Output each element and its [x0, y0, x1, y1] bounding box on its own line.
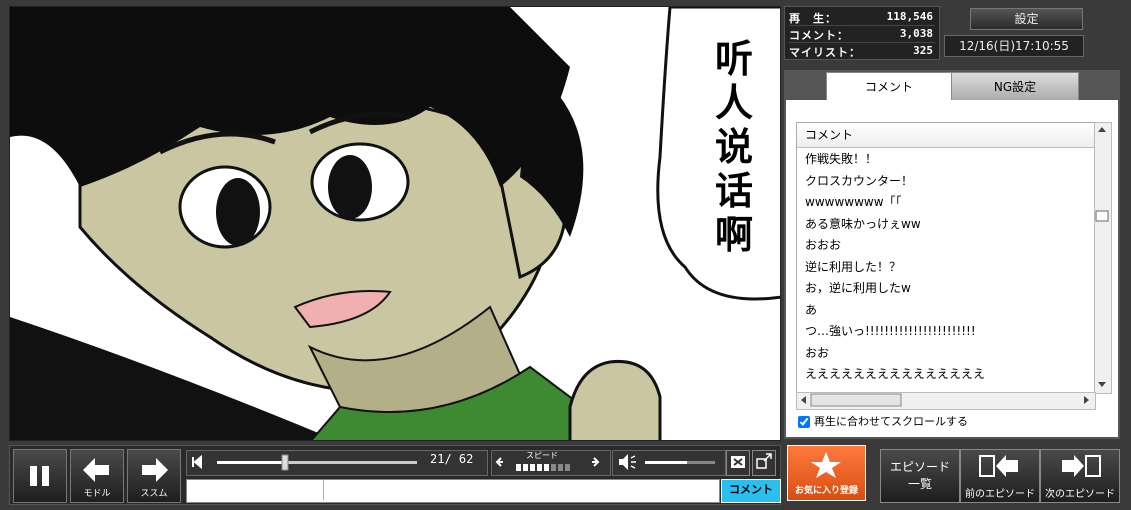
arrow-left-icon [83, 458, 109, 482]
datetime-display: 12/16(日)17:10:55 [944, 35, 1084, 57]
list-item[interactable]: あ [797, 300, 1095, 322]
list-item[interactable]: wwwwwwww「「 [797, 192, 1095, 214]
list-item[interactable]: お，逆に利用したw [797, 278, 1095, 300]
seek-knob [281, 454, 289, 471]
horizontal-scrollbar[interactable] [796, 392, 1096, 410]
list-item[interactable]: 作戦失敗！！ [797, 149, 1095, 171]
sync-scroll-checkbox[interactable] [798, 416, 810, 428]
add-favorite-button[interactable]: お気に入り登録 [787, 445, 866, 501]
volume-control[interactable] [612, 450, 726, 476]
list-item[interactable]: えええええええええええええええ [797, 364, 1095, 386]
back-button[interactable]: モドル [70, 449, 124, 503]
forward-label: ススム [140, 489, 168, 499]
stat-comment-count: 3,038 [899, 27, 933, 40]
list-item[interactable]: おおお [797, 235, 1095, 257]
stat-play-count: 118,546 [886, 10, 933, 23]
episode-list-label-2: 一覧 [907, 477, 932, 491]
star-icon [811, 452, 841, 478]
prev-episode-label: 前のエピソード [965, 489, 1035, 500]
list-item[interactable]: 逆に利用した！？ [797, 257, 1095, 279]
arrow-right-icon [142, 458, 168, 482]
comment-input-divider [323, 480, 324, 500]
sync-scroll-label: 再生に合わせてスクロールする [814, 415, 968, 428]
stat-comment: コメント： 3,038 [789, 25, 935, 43]
back-label: モドル [83, 489, 111, 499]
stat-play-label: 再 生： [789, 12, 837, 25]
player-controls: モドル ススム 21/ 62 スピード コメント [9, 445, 781, 505]
comment-panel: コメント NG設定 コメント 作戦失敗！！ クロスカウンター！ wwwwwwww… [784, 70, 1120, 439]
comment-list[interactable]: コメント 作戦失敗！！ クロスカウンター！ wwwwwwww「「 ある意味かっけ… [796, 122, 1096, 410]
vertical-scrollbar[interactable] [1094, 122, 1112, 394]
volume-slider [619, 454, 715, 470]
stat-mylist-label: マイリスト： [789, 46, 861, 59]
comment-submit-button[interactable]: コメント [721, 479, 781, 503]
comment-panel-body: コメント 作戦失敗！！ クロスカウンター！ wwwwwwww「「 ある意味かっけ… [786, 100, 1118, 437]
stats-panel: 再 生： 118,546 コメント： 3,038 マイリスト： 325 [784, 6, 940, 60]
stat-comment-label: コメント： [789, 29, 849, 42]
next-episode-label: 次のエピソード [1045, 489, 1115, 500]
stat-mylist: マイリスト： 325 [789, 42, 935, 59]
next-episode-icon [1062, 455, 1101, 477]
sync-scroll-option[interactable]: 再生に合わせてスクロールする [798, 413, 968, 429]
comment-list-header[interactable]: コメント [797, 123, 1095, 148]
speed-up-icon [592, 457, 600, 467]
list-item[interactable]: ある意味かっけぇww [797, 214, 1095, 236]
list-item[interactable]: つ…強いっ!!!!!!!!!!!!!!!!!!!!!!! [797, 321, 1095, 343]
next-episode-button[interactable]: 次のエピソード [1040, 449, 1120, 503]
prev-episode-icon [979, 455, 1018, 477]
video-player[interactable]: 听人说话啊 [9, 6, 781, 441]
tab-ng-settings[interactable]: NG設定 [951, 72, 1079, 102]
comment-input[interactable] [186, 479, 720, 503]
time-display: 21/ 62 [430, 452, 474, 466]
list-item[interactable]: おお [797, 343, 1095, 365]
pause-icon [30, 466, 49, 486]
fullscreen-button[interactable] [752, 450, 776, 476]
manga-frame [10, 7, 780, 440]
comment-off-icon [731, 456, 745, 468]
fullscreen-icon [756, 453, 772, 469]
favorite-label: お気に入り登録 [794, 486, 858, 496]
speed-down-icon [495, 457, 503, 467]
stat-mylist-count: 325 [913, 44, 933, 57]
speed-control[interactable]: スピード [491, 450, 611, 476]
episode-list-button[interactable]: エピソード 一覧 [880, 449, 960, 503]
skip-start-icon [192, 454, 202, 470]
settings-button[interactable]: 設定 [970, 8, 1083, 30]
speech-bubble-text: 听人说话啊 [714, 37, 753, 257]
speed-label: スピード [526, 451, 558, 460]
episode-list-label-1: エピソード [889, 460, 950, 474]
scrollbar-arrows-icon [1095, 127, 1109, 387]
tab-comment[interactable]: コメント [826, 72, 952, 103]
pause-button[interactable] [13, 449, 67, 503]
hscroll-arrows-icon [801, 393, 1089, 407]
stat-play: 再 生： 118,546 [789, 8, 935, 26]
prev-episode-button[interactable]: 前のエピソード [960, 449, 1040, 503]
forward-button[interactable]: ススム [127, 449, 181, 503]
comment-toggle-button[interactable] [726, 450, 750, 476]
speaker-icon [619, 454, 628, 470]
list-item[interactable]: クロスカウンター！ [797, 171, 1095, 193]
comment-rows: 作戦失敗！！ クロスカウンター！ wwwwwwww「「 ある意味かっけぇww お… [797, 149, 1095, 386]
